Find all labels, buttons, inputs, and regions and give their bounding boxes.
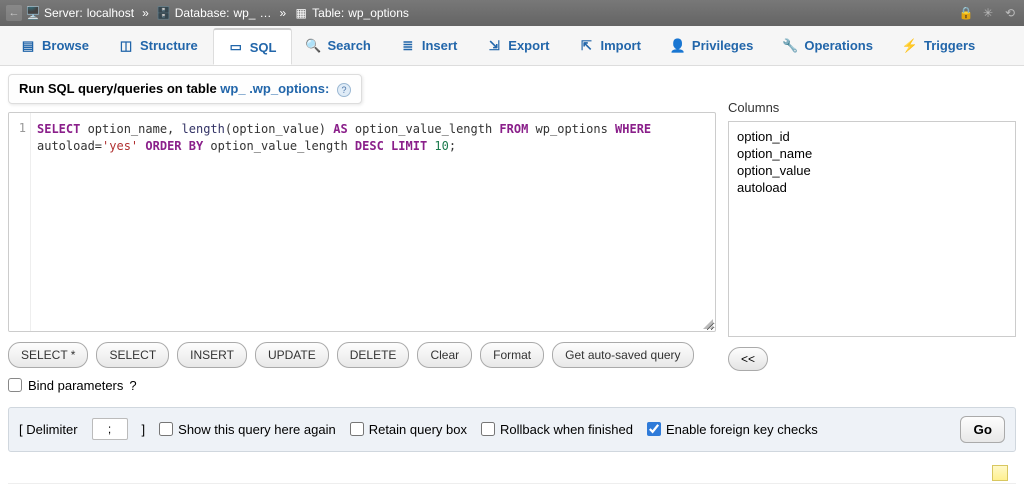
clear-button[interactable]: Clear (417, 342, 472, 368)
help-icon[interactable]: ? (129, 378, 136, 393)
db-name[interactable]: wp_ (233, 6, 255, 20)
query-header-table: wp_ .wp_options: (220, 81, 329, 96)
operations-icon: 🔧 (782, 38, 798, 54)
line-gutter: 1 (9, 113, 31, 331)
select-star-button[interactable]: SELECT * (8, 342, 88, 368)
sql-code[interactable]: SELECT option_name, length(option_value)… (31, 113, 715, 331)
insert-column-button[interactable]: << (728, 347, 768, 371)
help-icon[interactable]: ? (337, 83, 351, 97)
sql-icon: ▭ (228, 39, 244, 55)
table-icon: ▦ (294, 6, 308, 20)
breadcrumb: 🖥️ Server: localhost » 🗄️ Database: wp_ … (26, 6, 409, 20)
note-icon[interactable] (992, 465, 1008, 481)
bind-params-label: Bind parameters (28, 378, 123, 393)
search-icon: 🔍 (306, 38, 322, 54)
rollback-label: Rollback when finished (500, 422, 633, 437)
column-item[interactable]: option_id (735, 128, 1009, 145)
tab-privileges[interactable]: 👤Privileges (656, 26, 768, 65)
tab-bar: ▤Browse ◫Structure ▭SQL 🔍Search ≣Insert … (0, 26, 1024, 66)
show-again-checkbox[interactable] (159, 422, 173, 436)
update-button[interactable]: UPDATE (255, 342, 329, 368)
refresh-icon[interactable]: ⟲ (1002, 5, 1018, 21)
structure-icon: ◫ (118, 38, 134, 54)
retain-label: Retain query box (369, 422, 467, 437)
back-button[interactable]: ← (6, 5, 22, 21)
table-label: Table: (312, 6, 344, 20)
query-footer: [ Delimiter ] Show this query here again… (8, 407, 1016, 452)
autosave-button[interactable]: Get auto-saved query (552, 342, 693, 368)
browse-icon: ▤ (20, 38, 36, 54)
db-label: Database: (175, 6, 230, 20)
rollback-checkbox[interactable] (481, 422, 495, 436)
tab-export[interactable]: ⇲Export (472, 26, 564, 65)
import-icon: ⇱ (578, 38, 594, 54)
retain-checkbox[interactable] (350, 422, 364, 436)
tab-triggers[interactable]: ⚡Triggers (888, 26, 990, 65)
insert-icon: ≣ (400, 38, 416, 54)
bind-params-checkbox[interactable] (8, 378, 22, 392)
breadcrumb-bar: ← 🖥️ Server: localhost » 🗄️ Database: wp… (0, 0, 1024, 26)
export-icon: ⇲ (486, 38, 502, 54)
lock-icon[interactable]: 🔒 (958, 5, 974, 21)
tab-insert[interactable]: ≣Insert (386, 26, 472, 65)
query-header-prefix: Run SQL query/queries on table (19, 81, 220, 96)
server-icon: 🖥️ (26, 6, 40, 20)
table-name[interactable]: wp_options (348, 6, 409, 20)
delimiter-label: Delimiter (26, 422, 77, 437)
tab-import[interactable]: ⇱Import (564, 26, 655, 65)
server-label: Server: (44, 6, 83, 20)
privileges-icon: 👤 (670, 38, 686, 54)
columns-title: Columns (728, 100, 1016, 115)
query-header: Run SQL query/queries on table wp_ .wp_o… (8, 74, 362, 104)
show-again-label: Show this query here again (178, 422, 336, 437)
columns-list[interactable]: option_id option_name option_value autol… (728, 121, 1016, 337)
go-button[interactable]: Go (960, 416, 1005, 443)
sql-editor[interactable]: 1 SELECT option_name, length(option_valu… (8, 112, 716, 332)
gear-icon[interactable]: ✳ (980, 5, 996, 21)
server-name[interactable]: localhost (87, 6, 134, 20)
tab-browse[interactable]: ▤Browse (6, 26, 104, 65)
column-item[interactable]: option_value (735, 162, 1009, 179)
column-item[interactable]: option_name (735, 145, 1009, 162)
select-button[interactable]: SELECT (96, 342, 169, 368)
column-item[interactable]: autoload (735, 179, 1009, 196)
delimiter-input[interactable] (92, 418, 128, 440)
tab-operations[interactable]: 🔧Operations (768, 26, 888, 65)
fk-label: Enable foreign key checks (666, 422, 818, 437)
triggers-icon: ⚡ (902, 38, 918, 54)
delete-button[interactable]: DELETE (337, 342, 410, 368)
fk-checkbox[interactable] (647, 422, 661, 436)
insert-button[interactable]: INSERT (177, 342, 247, 368)
tab-search[interactable]: 🔍Search (292, 26, 386, 65)
tab-structure[interactable]: ◫Structure (104, 26, 213, 65)
format-button[interactable]: Format (480, 342, 544, 368)
database-icon: 🗄️ (157, 6, 171, 20)
resize-handle[interactable] (703, 319, 713, 329)
tab-sql[interactable]: ▭SQL (213, 28, 292, 65)
